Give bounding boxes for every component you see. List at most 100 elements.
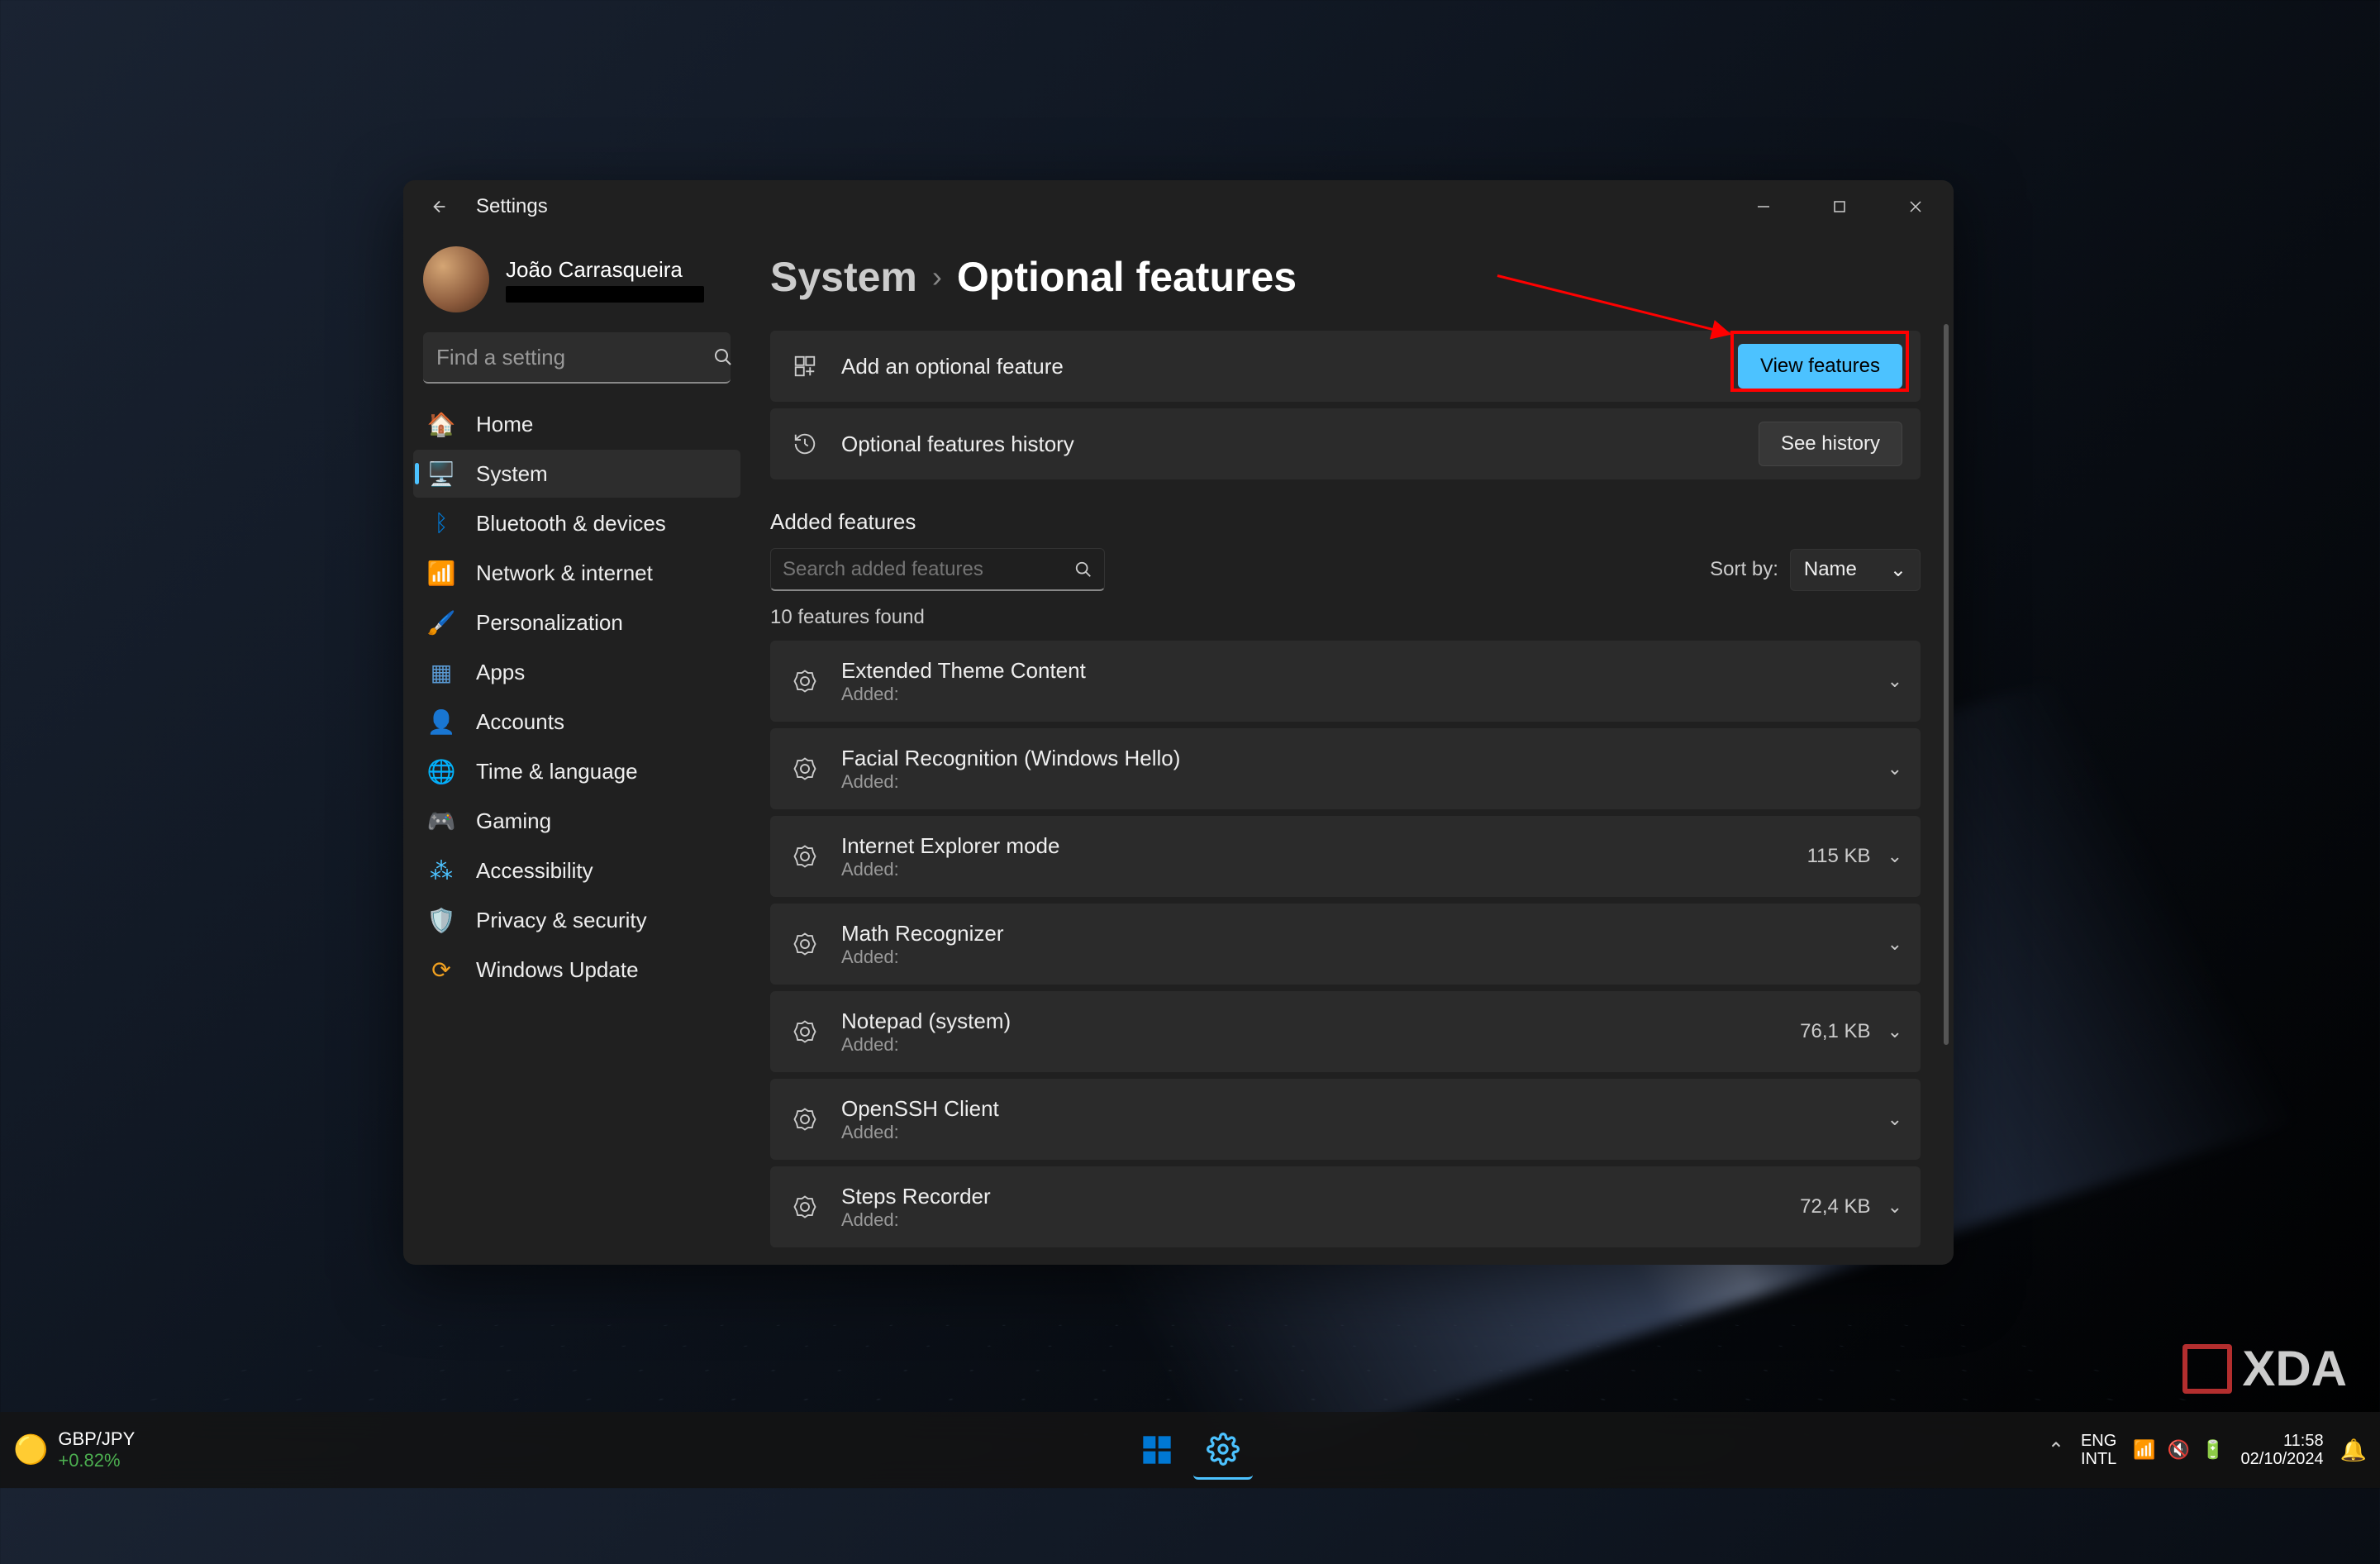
feature-row[interactable]: Notepad (system)Added:76,1 KB ⌄ (770, 991, 1921, 1072)
maximize-button[interactable] (1802, 180, 1878, 233)
feature-row[interactable]: Internet Explorer modeAdded:115 KB⌄ (770, 816, 1921, 897)
feature-subtext: Added: (841, 1122, 1887, 1143)
taskbar-tray: ⌃ ENG INTL 📶 🔇 🔋 11:58 02/10/2024 🔔 (2048, 1432, 2367, 1468)
clock[interactable]: 11:58 02/10/2024 (2241, 1432, 2324, 1468)
chevron-right-icon: › (932, 260, 942, 294)
add-feature-icon (788, 354, 821, 379)
gaming-icon: 🎮 (426, 806, 456, 836)
widget-line1: GBP/JPY (58, 1428, 135, 1450)
nav-item-bluetooth-devices[interactable]: ᛒ Bluetooth & devices (413, 499, 740, 547)
network-internet-icon: 📶 (426, 558, 456, 588)
see-history-button[interactable]: See history (1759, 422, 1902, 466)
nav-label: Gaming (476, 808, 551, 834)
feature-list: Extended Theme ContentAdded:⌄Facial Reco… (770, 641, 1921, 1247)
nav-label: Accessibility (476, 858, 593, 884)
chevron-down-icon: ⌄ (1887, 1196, 1902, 1218)
feature-size: 76,1 KB (1800, 1020, 1870, 1043)
nav-item-gaming[interactable]: 🎮 Gaming (413, 797, 740, 845)
feature-size: 72,4 KB (1800, 1195, 1870, 1218)
taskbar-settings-icon[interactable] (1193, 1420, 1253, 1480)
gear-icon (788, 844, 821, 869)
nav-item-accounts[interactable]: 👤Accounts (413, 698, 740, 746)
features-count: 10 features found (770, 606, 1921, 629)
bluetooth-devices-icon: ᛒ (426, 508, 456, 538)
feature-row[interactable]: Facial Recognition (Windows Hello)Added:… (770, 728, 1921, 809)
history-card: Optional features history See history (770, 408, 1921, 479)
start-button[interactable] (1127, 1420, 1187, 1480)
minimize-button[interactable] (1726, 180, 1802, 233)
windows-update-icon: ⟳ (426, 955, 456, 985)
widget-line2: +0.82% (58, 1450, 135, 1471)
nav-item-windows-update[interactable]: ⟳ Windows Update (413, 946, 740, 994)
nav-label: Privacy & security (476, 908, 647, 933)
nav-item-network-internet[interactable]: 📶 Network & internet (413, 549, 740, 597)
sort-dropdown[interactable]: Name ⌄ (1790, 549, 1921, 591)
search-icon (713, 347, 733, 367)
home-icon: 🏠 (426, 409, 456, 439)
nav-label: Network & internet (476, 560, 653, 586)
close-button[interactable] (1878, 180, 1954, 233)
battery-icon: 🔋 (2202, 1439, 2224, 1461)
watermark: XDA (2182, 1340, 2347, 1397)
nav-label: Bluetooth & devices (476, 511, 666, 536)
language-indicator[interactable]: ENG INTL (2081, 1432, 2116, 1468)
nav-label: Windows Update (476, 957, 639, 983)
apps-icon: ▦ (426, 657, 456, 687)
nav-item-privacy-security[interactable]: 🛡️ Privacy & security (413, 896, 740, 944)
scrollbar-thumb[interactable] (1944, 324, 1949, 1045)
nav-item-system[interactable]: 🖥️System (413, 450, 740, 498)
volume-mute-icon: 🔇 (2168, 1439, 2190, 1461)
feature-subtext: Added: (841, 1209, 1800, 1231)
feature-row[interactable]: OpenSSH ClientAdded:⌄ (770, 1079, 1921, 1160)
nav-item-time-language[interactable]: 🌐Time & language (413, 747, 740, 795)
back-button[interactable] (423, 190, 456, 223)
added-search-input[interactable] (783, 558, 1074, 581)
nav-item-home[interactable]: 🏠Home (413, 400, 740, 448)
view-features-button[interactable]: View features (1738, 344, 1902, 389)
system-icon: 🖥️ (426, 459, 456, 489)
feature-name: Internet Explorer mode (841, 833, 1807, 859)
nav-item-accessibility[interactable]: ⁂Accessibility (413, 846, 740, 894)
tray-status-icons[interactable]: 📶 🔇 🔋 (2133, 1439, 2224, 1461)
privacy-security-icon: 🛡️ (426, 905, 456, 935)
notifications-icon[interactable]: 🔔 (2340, 1438, 2367, 1463)
gear-icon (788, 1019, 821, 1044)
sidebar-search[interactable] (423, 332, 731, 384)
sidebar: João Carrasqueira 🏠Home🖥️System ᛒ Bluetoot… (403, 233, 750, 1265)
nav-item-personalization[interactable]: 🖌️Personalization (413, 598, 740, 646)
added-section-title: Added features (770, 509, 1921, 535)
profile-block[interactable]: João Carrasqueira (413, 233, 740, 332)
scrollbar[interactable] (1942, 324, 1949, 1248)
window-controls (1726, 180, 1954, 233)
tray-chevron-icon[interactable]: ⌃ (2048, 1438, 2064, 1462)
gear-icon (788, 669, 821, 694)
feature-row[interactable]: Math RecognizerAdded:⌄ (770, 904, 1921, 985)
added-search[interactable] (770, 548, 1105, 591)
taskbar-center (1127, 1420, 1253, 1480)
sort-value: Name (1804, 558, 1857, 581)
feature-row[interactable]: Extended Theme ContentAdded:⌄ (770, 641, 1921, 722)
feature-subtext: Added: (841, 684, 1887, 705)
chevron-down-icon: ⌄ (1887, 846, 1902, 867)
gear-icon (788, 932, 821, 956)
chevron-down-icon: ⌄ (1887, 1021, 1902, 1042)
breadcrumb-current: Optional features (957, 253, 1297, 301)
nav-item-apps[interactable]: ▦Apps (413, 648, 740, 696)
feature-row[interactable]: Steps RecorderAdded:72,4 KB ⌄ (770, 1166, 1921, 1247)
breadcrumb: System › Optional features (770, 253, 1921, 301)
breadcrumb-parent[interactable]: System (770, 253, 917, 301)
sidebar-search-input[interactable] (436, 345, 713, 370)
feature-name: Steps Recorder (841, 1184, 1800, 1209)
chevron-down-icon: ⌄ (1887, 758, 1902, 780)
feature-name: Extended Theme Content (841, 658, 1887, 684)
feature-subtext: Added: (841, 771, 1887, 793)
taskbar-widget[interactable]: 🟡 GBP/JPY +0.82% (13, 1428, 135, 1471)
feature-subtext: Added: (841, 1034, 1800, 1056)
feature-subtext: Added: (841, 859, 1807, 880)
feature-name: Notepad (system) (841, 1008, 1800, 1034)
sort-label: Sort by: (1710, 558, 1778, 581)
main-content: System › Optional features Add an option… (750, 233, 1954, 1265)
chevron-down-icon: ⌄ (1887, 933, 1902, 955)
nav-label: Personalization (476, 610, 623, 636)
add-feature-label: Add an optional feature (841, 354, 1738, 379)
